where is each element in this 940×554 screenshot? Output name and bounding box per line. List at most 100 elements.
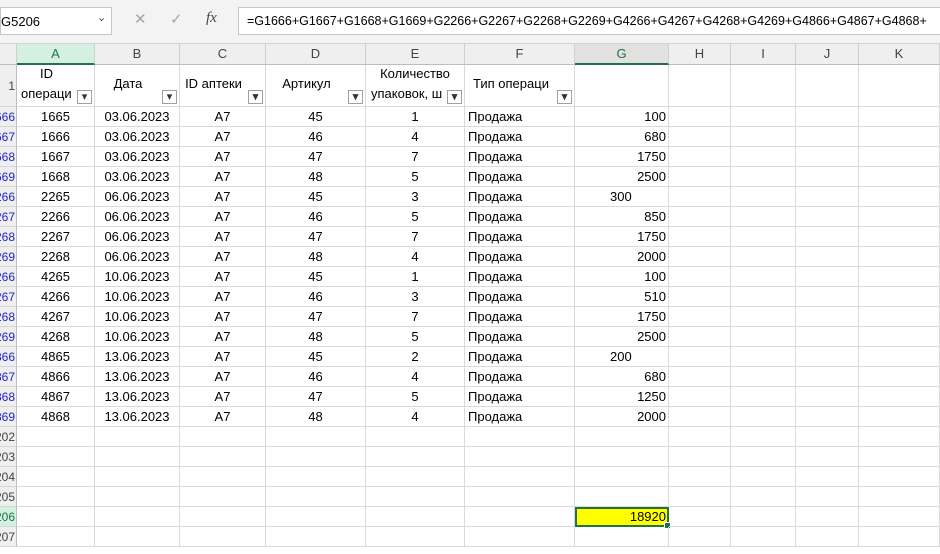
table-cell[interactable]: 1665 xyxy=(17,107,95,127)
table-cell-empty[interactable] xyxy=(731,347,796,367)
table-cell-empty[interactable] xyxy=(669,207,731,227)
column-header-j[interactable]: J xyxy=(796,44,859,64)
column-header-b[interactable]: B xyxy=(95,44,180,64)
table-cell[interactable]: 47 xyxy=(266,227,366,247)
table-cell-empty[interactable] xyxy=(796,187,859,207)
table-cell[interactable]: 48 xyxy=(266,327,366,347)
table-cell[interactable]: 2500 xyxy=(575,167,669,187)
table-cell[interactable]: 2267 xyxy=(17,227,95,247)
table-cell[interactable]: 47 xyxy=(266,307,366,327)
enter-icon[interactable]: ✓ xyxy=(170,10,183,28)
column-header-f[interactable]: F xyxy=(465,44,575,64)
table-cell[interactable]: 2000 xyxy=(575,407,669,427)
table-cell-empty[interactable] xyxy=(180,447,266,467)
table-cell[interactable]: 06.06.2023 xyxy=(95,227,180,247)
row-header[interactable]: 4266 xyxy=(0,267,17,287)
table-cell-empty[interactable] xyxy=(669,387,731,407)
name-box[interactable]: G5206 ⌄ xyxy=(0,7,112,35)
table-cell-empty[interactable] xyxy=(266,467,366,487)
column-header-d[interactable]: D xyxy=(266,44,366,64)
table-cell-empty[interactable] xyxy=(266,487,366,507)
table-cell[interactable]: Продажа xyxy=(465,167,575,187)
table-cell-empty[interactable] xyxy=(669,347,731,367)
table-cell[interactable]: 5 xyxy=(366,387,465,407)
table-cell[interactable]: 03.06.2023 xyxy=(95,167,180,187)
table-cell[interactable]: A7 xyxy=(180,327,266,347)
table-cell-empty[interactable] xyxy=(669,187,731,207)
table-cell[interactable]: A7 xyxy=(180,147,266,167)
table-cell-empty[interactable] xyxy=(731,207,796,227)
table-cell-empty[interactable] xyxy=(859,167,940,187)
table-cell[interactable]: 03.06.2023 xyxy=(95,147,180,167)
table-cell[interactable]: A7 xyxy=(180,347,266,367)
table-cell[interactable]: Продажа xyxy=(465,247,575,267)
table-cell[interactable]: 7 xyxy=(366,227,465,247)
table-cell-empty[interactable] xyxy=(669,287,731,307)
table-cell-empty[interactable] xyxy=(95,527,180,547)
header-cell-empty[interactable] xyxy=(796,65,859,107)
table-cell[interactable]: 1750 xyxy=(575,147,669,167)
table-cell[interactable]: 4867 xyxy=(17,387,95,407)
filter-dropdown-icon[interactable]: ▾ xyxy=(162,90,177,104)
row-header[interactable]: 4269 xyxy=(0,327,17,347)
table-cell-empty[interactable] xyxy=(859,127,940,147)
table-cell[interactable]: A7 xyxy=(180,187,266,207)
table-cell[interactable]: A7 xyxy=(180,287,266,307)
table-cell[interactable]: 10.06.2023 xyxy=(95,327,180,347)
table-cell-empty[interactable] xyxy=(731,307,796,327)
header-cell[interactable]: Дата ▾ xyxy=(95,65,180,107)
table-cell-empty[interactable] xyxy=(859,387,940,407)
table-cell-empty[interactable] xyxy=(465,487,575,507)
header-cell-empty[interactable] xyxy=(859,65,940,107)
table-cell[interactable]: 06.06.2023 xyxy=(95,207,180,227)
table-cell[interactable]: 7 xyxy=(366,307,465,327)
row-header[interactable]: 4869 xyxy=(0,407,17,427)
table-cell[interactable]: 4267 xyxy=(17,307,95,327)
table-cell-empty[interactable] xyxy=(266,527,366,547)
table-cell-empty[interactable] xyxy=(669,367,731,387)
table-cell-empty[interactable] xyxy=(669,227,731,247)
table-cell-empty[interactable] xyxy=(796,287,859,307)
table-cell[interactable]: A7 xyxy=(180,267,266,287)
table-cell-empty[interactable] xyxy=(366,447,465,467)
table-cell-empty[interactable] xyxy=(669,107,731,127)
row-header[interactable]: 5207 xyxy=(0,527,17,547)
table-cell-empty[interactable] xyxy=(95,467,180,487)
table-cell-empty[interactable] xyxy=(796,207,859,227)
table-cell[interactable]: Продажа xyxy=(465,107,575,127)
table-cell[interactable]: 4868 xyxy=(17,407,95,427)
table-cell-empty[interactable] xyxy=(796,167,859,187)
row-header[interactable]: 4868 xyxy=(0,387,17,407)
table-cell-empty[interactable] xyxy=(17,467,95,487)
row-header[interactable]: 5202 xyxy=(0,427,17,447)
table-cell[interactable]: 1250 xyxy=(575,387,669,407)
table-cell-empty[interactable] xyxy=(859,267,940,287)
header-cell-empty[interactable] xyxy=(575,65,669,107)
table-cell-empty[interactable] xyxy=(796,467,859,487)
row-header[interactable]: 1669 xyxy=(0,167,17,187)
table-cell[interactable]: 47 xyxy=(266,147,366,167)
table-cell-empty[interactable] xyxy=(796,107,859,127)
table-cell[interactable]: Продажа xyxy=(465,347,575,367)
table-cell[interactable]: 3 xyxy=(366,287,465,307)
table-cell[interactable]: 45 xyxy=(266,267,366,287)
table-cell-empty[interactable] xyxy=(731,167,796,187)
table-cell-empty[interactable] xyxy=(859,447,940,467)
filter-active-icon[interactable]: ▾ xyxy=(248,90,263,104)
total-cell[interactable]: 18920 xyxy=(575,507,671,529)
row-header[interactable]: 1666 xyxy=(0,107,17,127)
column-header-g[interactable]: G xyxy=(575,44,669,65)
row-header[interactable]: 1667 xyxy=(0,127,17,147)
table-cell-empty[interactable] xyxy=(669,507,731,527)
row-header[interactable]: 4268 xyxy=(0,307,17,327)
table-cell[interactable]: 13.06.2023 xyxy=(95,407,180,427)
table-cell-empty[interactable] xyxy=(859,507,940,527)
table-cell-empty[interactable] xyxy=(465,527,575,547)
table-cell-empty[interactable] xyxy=(575,487,669,507)
table-cell[interactable]: 510 xyxy=(575,287,669,307)
table-cell[interactable]: 4266 xyxy=(17,287,95,307)
table-cell-empty[interactable] xyxy=(17,487,95,507)
table-cell-empty[interactable] xyxy=(859,487,940,507)
table-cell[interactable]: 4 xyxy=(366,367,465,387)
table-cell[interactable]: A7 xyxy=(180,367,266,387)
